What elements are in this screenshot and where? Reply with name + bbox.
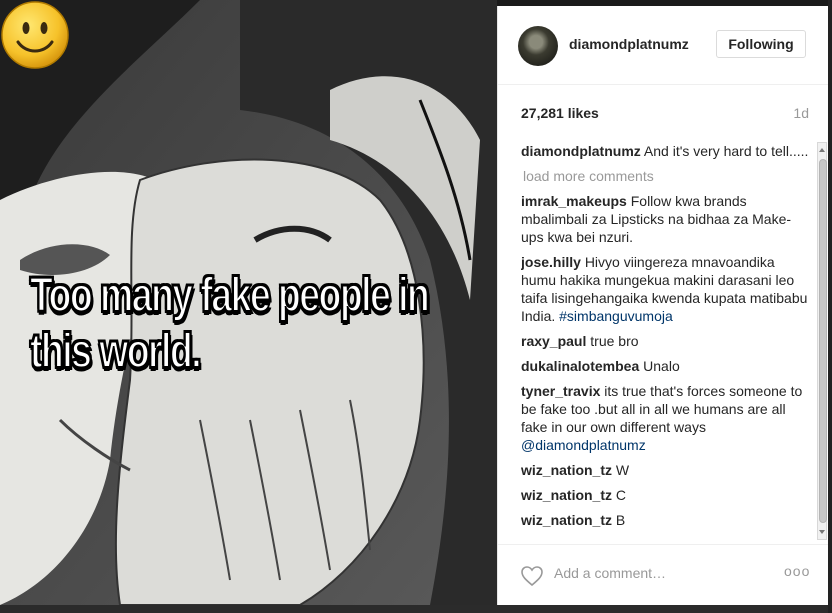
- comment-list: diamondplatnumz And it's very hard to te…: [521, 142, 811, 540]
- list-item: wiz_nation_tz W: [521, 461, 811, 479]
- list-item: tyner_travix its true that's forces some…: [521, 382, 811, 454]
- image-caption-text: Too many fake people in this world.: [29, 268, 467, 380]
- list-item: raxy_paul true bro: [521, 332, 811, 350]
- list-item: dukalinalotembea Unalo: [521, 357, 811, 375]
- mention-link[interactable]: @diamondplatnumz: [521, 437, 646, 453]
- scroll-thumb[interactable]: [819, 159, 827, 523]
- comment-footer: ooo: [498, 544, 829, 606]
- more-options-button[interactable]: ooo: [784, 563, 810, 579]
- smiley-face-icon: [1, 1, 69, 69]
- post-author-username[interactable]: diamondplatnumz: [569, 36, 689, 52]
- comment-username[interactable]: diamondplatnumz: [521, 143, 641, 159]
- comment-text: Unalo: [643, 358, 680, 374]
- scroll-up-arrow-icon[interactable]: [819, 148, 825, 152]
- bottom-strip: [0, 605, 832, 613]
- post-time[interactable]: 1d: [793, 105, 809, 121]
- list-item: imrak_makeups Follow kwa brands mbalimba…: [521, 192, 811, 246]
- comments-scrollbar[interactable]: [817, 142, 827, 540]
- comment-username[interactable]: wiz_nation_tz: [521, 462, 612, 478]
- post-side-panel: diamondplatnumz Following 27,281 likes 1…: [497, 6, 829, 605]
- comment-username[interactable]: jose.hilly: [521, 254, 581, 270]
- post-header: diamondplatnumz Following: [498, 6, 829, 85]
- comment-username[interactable]: dukalinalotembea: [521, 358, 639, 374]
- comment-text: And it's very hard to tell.....: [643, 143, 809, 159]
- post-image[interactable]: Too many fake people in this world.: [0, 0, 497, 605]
- caption-line-1: Too many fake people in: [29, 268, 430, 323]
- scroll-down-arrow-icon[interactable]: [819, 530, 825, 534]
- list-item: wiz_nation_tz C: [521, 486, 811, 504]
- comment-username[interactable]: wiz_nation_tz: [521, 512, 612, 528]
- list-item: wiz_nation_tz B: [521, 511, 811, 529]
- comment-username[interactable]: imrak_makeups: [521, 193, 627, 209]
- heart-icon[interactable]: [520, 565, 544, 587]
- caption-line-2: this world.: [29, 324, 202, 379]
- list-item: jose.hilly Hivyo viingereza mnavoandika …: [521, 253, 811, 325]
- likes-count[interactable]: 27,281 likes: [521, 105, 599, 121]
- avatar[interactable]: [518, 26, 558, 66]
- load-more-comments-link[interactable]: load more comments: [523, 167, 811, 185]
- add-comment-input[interactable]: [554, 565, 754, 581]
- comment-text: C: [615, 487, 627, 503]
- list-item: diamondplatnumz And it's very hard to te…: [521, 142, 811, 160]
- window-edge: [828, 0, 832, 613]
- comment-text: true bro: [590, 333, 639, 349]
- comment-username[interactable]: wiz_nation_tz: [521, 487, 612, 503]
- comment-username[interactable]: raxy_paul: [521, 333, 586, 349]
- comment-username[interactable]: tyner_travix: [521, 383, 600, 399]
- following-button[interactable]: Following: [716, 30, 806, 58]
- comment-text: W: [615, 462, 630, 478]
- hashtag-link[interactable]: #simbanguvumoja: [559, 308, 673, 324]
- comment-text: B: [615, 512, 626, 528]
